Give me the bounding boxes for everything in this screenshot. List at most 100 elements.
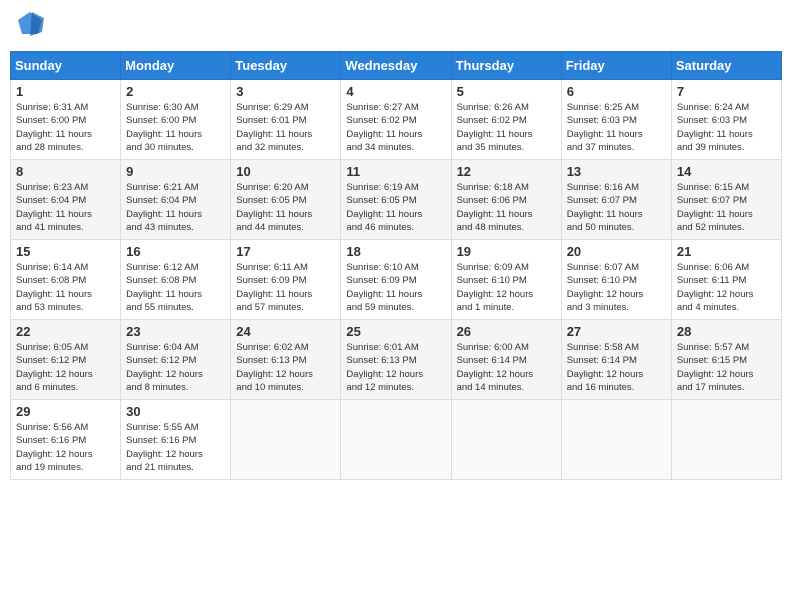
calendar-day-cell: 15 Sunrise: 6:14 AMSunset: 6:08 PMDaylig… [11, 240, 121, 320]
weekday-header-thursday: Thursday [451, 52, 561, 80]
calendar-day-cell: 2 Sunrise: 6:30 AMSunset: 6:00 PMDayligh… [121, 80, 231, 160]
day-number: 6 [567, 84, 666, 99]
calendar-table: SundayMondayTuesdayWednesdayThursdayFrid… [10, 51, 782, 480]
calendar-day-cell: 30 Sunrise: 5:55 AMSunset: 6:16 PMDaylig… [121, 400, 231, 480]
day-number: 17 [236, 244, 335, 259]
day-info: Sunrise: 6:29 AMSunset: 6:01 PMDaylight:… [236, 101, 335, 154]
day-number: 29 [16, 404, 115, 419]
day-info: Sunrise: 6:12 AMSunset: 6:08 PMDaylight:… [126, 261, 225, 314]
day-number: 22 [16, 324, 115, 339]
day-number: 7 [677, 84, 776, 99]
day-number: 28 [677, 324, 776, 339]
calendar-day-cell: 5 Sunrise: 6:26 AMSunset: 6:02 PMDayligh… [451, 80, 561, 160]
calendar-day-cell: 7 Sunrise: 6:24 AMSunset: 6:03 PMDayligh… [671, 80, 781, 160]
weekday-header-saturday: Saturday [671, 52, 781, 80]
calendar-day-cell: 9 Sunrise: 6:21 AMSunset: 6:04 PMDayligh… [121, 160, 231, 240]
calendar-day-cell: 3 Sunrise: 6:29 AMSunset: 6:01 PMDayligh… [231, 80, 341, 160]
calendar-day-cell [671, 400, 781, 480]
day-number: 18 [346, 244, 445, 259]
day-info: Sunrise: 6:09 AMSunset: 6:10 PMDaylight:… [457, 261, 556, 314]
calendar-week-row: 1 Sunrise: 6:31 AMSunset: 6:00 PMDayligh… [11, 80, 782, 160]
day-number: 4 [346, 84, 445, 99]
day-number: 11 [346, 164, 445, 179]
day-number: 25 [346, 324, 445, 339]
day-info: Sunrise: 6:18 AMSunset: 6:06 PMDaylight:… [457, 181, 556, 234]
calendar-day-cell: 23 Sunrise: 6:04 AMSunset: 6:12 PMDaylig… [121, 320, 231, 400]
day-info: Sunrise: 6:23 AMSunset: 6:04 PMDaylight:… [16, 181, 115, 234]
calendar-day-cell: 27 Sunrise: 5:58 AMSunset: 6:14 PMDaylig… [561, 320, 671, 400]
day-number: 1 [16, 84, 115, 99]
calendar-day-cell: 13 Sunrise: 6:16 AMSunset: 6:07 PMDaylig… [561, 160, 671, 240]
calendar-day-cell: 1 Sunrise: 6:31 AMSunset: 6:00 PMDayligh… [11, 80, 121, 160]
day-number: 26 [457, 324, 556, 339]
day-number: 9 [126, 164, 225, 179]
day-info: Sunrise: 6:02 AMSunset: 6:13 PMDaylight:… [236, 341, 335, 394]
day-info: Sunrise: 6:06 AMSunset: 6:11 PMDaylight:… [677, 261, 776, 314]
day-number: 12 [457, 164, 556, 179]
calendar-week-row: 8 Sunrise: 6:23 AMSunset: 6:04 PMDayligh… [11, 160, 782, 240]
day-number: 19 [457, 244, 556, 259]
day-info: Sunrise: 6:21 AMSunset: 6:04 PMDaylight:… [126, 181, 225, 234]
day-info: Sunrise: 6:11 AMSunset: 6:09 PMDaylight:… [236, 261, 335, 314]
day-number: 30 [126, 404, 225, 419]
calendar-day-cell: 14 Sunrise: 6:15 AMSunset: 6:07 PMDaylig… [671, 160, 781, 240]
day-number: 2 [126, 84, 225, 99]
calendar-day-cell [561, 400, 671, 480]
day-number: 5 [457, 84, 556, 99]
day-number: 13 [567, 164, 666, 179]
weekday-header-wednesday: Wednesday [341, 52, 451, 80]
calendar-day-cell: 29 Sunrise: 5:56 AMSunset: 6:16 PMDaylig… [11, 400, 121, 480]
day-info: Sunrise: 6:27 AMSunset: 6:02 PMDaylight:… [346, 101, 445, 154]
day-info: Sunrise: 6:20 AMSunset: 6:05 PMDaylight:… [236, 181, 335, 234]
day-info: Sunrise: 6:05 AMSunset: 6:12 PMDaylight:… [16, 341, 115, 394]
day-number: 20 [567, 244, 666, 259]
calendar-week-row: 22 Sunrise: 6:05 AMSunset: 6:12 PMDaylig… [11, 320, 782, 400]
calendar-day-cell: 11 Sunrise: 6:19 AMSunset: 6:05 PMDaylig… [341, 160, 451, 240]
calendar-day-cell: 8 Sunrise: 6:23 AMSunset: 6:04 PMDayligh… [11, 160, 121, 240]
calendar-day-cell: 21 Sunrise: 6:06 AMSunset: 6:11 PMDaylig… [671, 240, 781, 320]
day-number: 8 [16, 164, 115, 179]
day-info: Sunrise: 6:01 AMSunset: 6:13 PMDaylight:… [346, 341, 445, 394]
day-number: 27 [567, 324, 666, 339]
calendar-day-cell: 10 Sunrise: 6:20 AMSunset: 6:05 PMDaylig… [231, 160, 341, 240]
day-info: Sunrise: 6:00 AMSunset: 6:14 PMDaylight:… [457, 341, 556, 394]
calendar-day-cell: 19 Sunrise: 6:09 AMSunset: 6:10 PMDaylig… [451, 240, 561, 320]
day-info: Sunrise: 6:07 AMSunset: 6:10 PMDaylight:… [567, 261, 666, 314]
day-info: Sunrise: 6:19 AMSunset: 6:05 PMDaylight:… [346, 181, 445, 234]
day-number: 14 [677, 164, 776, 179]
day-number: 16 [126, 244, 225, 259]
calendar-day-cell [341, 400, 451, 480]
calendar-day-cell: 28 Sunrise: 5:57 AMSunset: 6:15 PMDaylig… [671, 320, 781, 400]
day-number: 23 [126, 324, 225, 339]
day-info: Sunrise: 6:30 AMSunset: 6:00 PMDaylight:… [126, 101, 225, 154]
day-info: Sunrise: 5:58 AMSunset: 6:14 PMDaylight:… [567, 341, 666, 394]
calendar-day-cell: 18 Sunrise: 6:10 AMSunset: 6:09 PMDaylig… [341, 240, 451, 320]
day-number: 10 [236, 164, 335, 179]
day-number: 3 [236, 84, 335, 99]
day-info: Sunrise: 6:10 AMSunset: 6:09 PMDaylight:… [346, 261, 445, 314]
day-number: 15 [16, 244, 115, 259]
calendar-day-cell: 4 Sunrise: 6:27 AMSunset: 6:02 PMDayligh… [341, 80, 451, 160]
day-info: Sunrise: 6:26 AMSunset: 6:02 PMDaylight:… [457, 101, 556, 154]
day-info: Sunrise: 6:31 AMSunset: 6:00 PMDaylight:… [16, 101, 115, 154]
calendar-day-cell: 25 Sunrise: 6:01 AMSunset: 6:13 PMDaylig… [341, 320, 451, 400]
day-number: 21 [677, 244, 776, 259]
day-info: Sunrise: 5:57 AMSunset: 6:15 PMDaylight:… [677, 341, 776, 394]
day-info: Sunrise: 6:25 AMSunset: 6:03 PMDaylight:… [567, 101, 666, 154]
page-header [10, 10, 782, 43]
calendar-week-row: 29 Sunrise: 5:56 AMSunset: 6:16 PMDaylig… [11, 400, 782, 480]
day-info: Sunrise: 6:04 AMSunset: 6:12 PMDaylight:… [126, 341, 225, 394]
calendar-day-cell: 20 Sunrise: 6:07 AMSunset: 6:10 PMDaylig… [561, 240, 671, 320]
weekday-header-monday: Monday [121, 52, 231, 80]
calendar-header-row: SundayMondayTuesdayWednesdayThursdayFrid… [11, 52, 782, 80]
day-info: Sunrise: 6:14 AMSunset: 6:08 PMDaylight:… [16, 261, 115, 314]
calendar-day-cell: 17 Sunrise: 6:11 AMSunset: 6:09 PMDaylig… [231, 240, 341, 320]
calendar-day-cell [231, 400, 341, 480]
weekday-header-friday: Friday [561, 52, 671, 80]
calendar-day-cell: 16 Sunrise: 6:12 AMSunset: 6:08 PMDaylig… [121, 240, 231, 320]
day-info: Sunrise: 5:56 AMSunset: 6:16 PMDaylight:… [16, 421, 115, 474]
calendar-day-cell: 26 Sunrise: 6:00 AMSunset: 6:14 PMDaylig… [451, 320, 561, 400]
calendar-week-row: 15 Sunrise: 6:14 AMSunset: 6:08 PMDaylig… [11, 240, 782, 320]
calendar-day-cell: 22 Sunrise: 6:05 AMSunset: 6:12 PMDaylig… [11, 320, 121, 400]
logo [14, 10, 44, 43]
